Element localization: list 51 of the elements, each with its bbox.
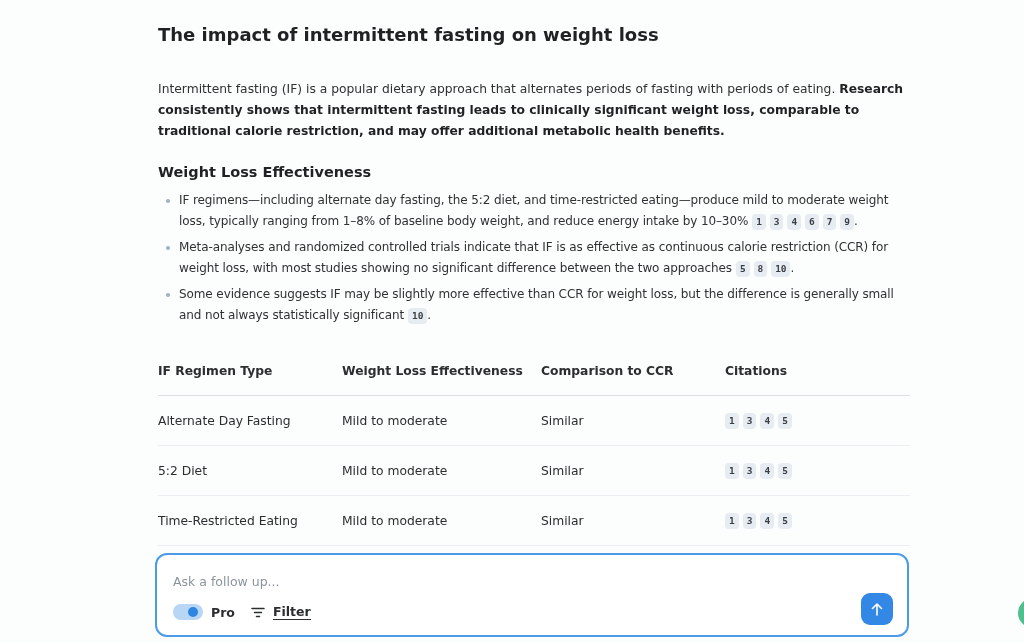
- answer-title: The impact of intermittent fasting on weight loss: [158, 24, 660, 45]
- citation-chip[interactable]: 10: [771, 261, 791, 277]
- citation-chip[interactable]: 8: [753, 261, 768, 277]
- citation-chip[interactable]: 3: [769, 214, 784, 230]
- arrow-up-icon: [871, 602, 883, 616]
- citation-chip[interactable]: 1: [725, 512, 739, 529]
- table-cell-text: Similar: [541, 463, 585, 478]
- citation-chip[interactable]: 1: [725, 462, 739, 479]
- filter-icon: [250, 606, 265, 618]
- follow-up-input[interactable]: Ask a follow up...: [173, 574, 773, 589]
- table-cell-text: Time-Restricted Eating: [158, 513, 299, 528]
- column-header: Citations: [725, 363, 789, 378]
- pro-label: Pro: [211, 604, 235, 620]
- table-cell-text: 5:2 Diet: [158, 463, 208, 478]
- table-cell-text: Mild to moderate: [342, 513, 449, 528]
- citation-chip[interactable]: 5: [778, 512, 792, 529]
- pro-toggle[interactable]: [173, 604, 203, 620]
- citation-chip[interactable]: 7: [822, 214, 837, 230]
- citation-chip[interactable]: 4: [760, 512, 775, 529]
- column-header: Weight Loss Effectiveness: [342, 363, 524, 378]
- citation-chip[interactable]: 5: [778, 412, 792, 429]
- citation-chip[interactable]: 5: [778, 462, 792, 479]
- filter-button[interactable]: Filter: [250, 604, 311, 620]
- citation-chip[interactable]: 9: [840, 214, 854, 230]
- bullet-icon: [166, 199, 170, 203]
- citation-chip[interactable]: 4: [760, 462, 775, 479]
- citation-chip[interactable]: 4: [760, 412, 775, 429]
- bullet-icon: [166, 246, 170, 250]
- section-heading: Weight Loss Effectiveness: [158, 164, 373, 180]
- citation-chip[interactable]: 3: [742, 512, 757, 529]
- citation-chip[interactable]: 10: [408, 308, 428, 324]
- citation-chip[interactable]: 5: [735, 261, 750, 277]
- citation-chip[interactable]: 3: [742, 462, 757, 479]
- bullet-text: Some evidence suggests IF may be slightly more effective than CCR for weight loss, but the difference is generally small and not always statistically significant 10 .: [179, 286, 895, 326]
- citation-chip[interactable]: 4: [787, 214, 802, 230]
- table-cell-text: Mild to moderate: [342, 463, 449, 478]
- intro-paragraph: Intermittent fasting (IF) is a popular dietary approach that alternates periods of fasting with periods of eating. Research consistently shows that intermittent fasting leads to clinically significant weight loss, comparable to traditional calorie restriction, and may offer additional metabolic health benefits.: [158, 81, 905, 140]
- column-header: IF Regimen Type: [158, 363, 274, 378]
- table-cell-text: Mild to moderate: [342, 413, 449, 428]
- table-cell-text: Similar: [541, 513, 585, 528]
- bullet-icon: [166, 293, 170, 297]
- table-cell-text: Alternate Day Fasting: [158, 413, 292, 428]
- send-button[interactable]: [861, 593, 893, 625]
- table-cell-text: Similar: [541, 413, 585, 428]
- bullet-text: IF regimens—including alternate day fasting, the 5:2 diet, and time-restricted eating—produce mild to moderate weight loss, typically ranging from 1–8% of baseline body weight, and reduce energy intake by 10–30% 1 3 4 6 7 9 .: [179, 192, 890, 232]
- column-header: Comparison to CCR: [541, 363, 675, 378]
- citation-chip[interactable]: 3: [742, 412, 757, 429]
- citation-chip[interactable]: 6: [805, 214, 819, 230]
- bullet-text: Meta-analyses and randomized controlled trials indicate that IF is as effective as continuous calorie restriction (CCR) for weight loss, with most studies showing no significant difference between the two approaches 5 8 10 .: [179, 239, 890, 279]
- citation-chip[interactable]: 1: [725, 412, 739, 429]
- citation-chip[interactable]: 1: [752, 214, 766, 230]
